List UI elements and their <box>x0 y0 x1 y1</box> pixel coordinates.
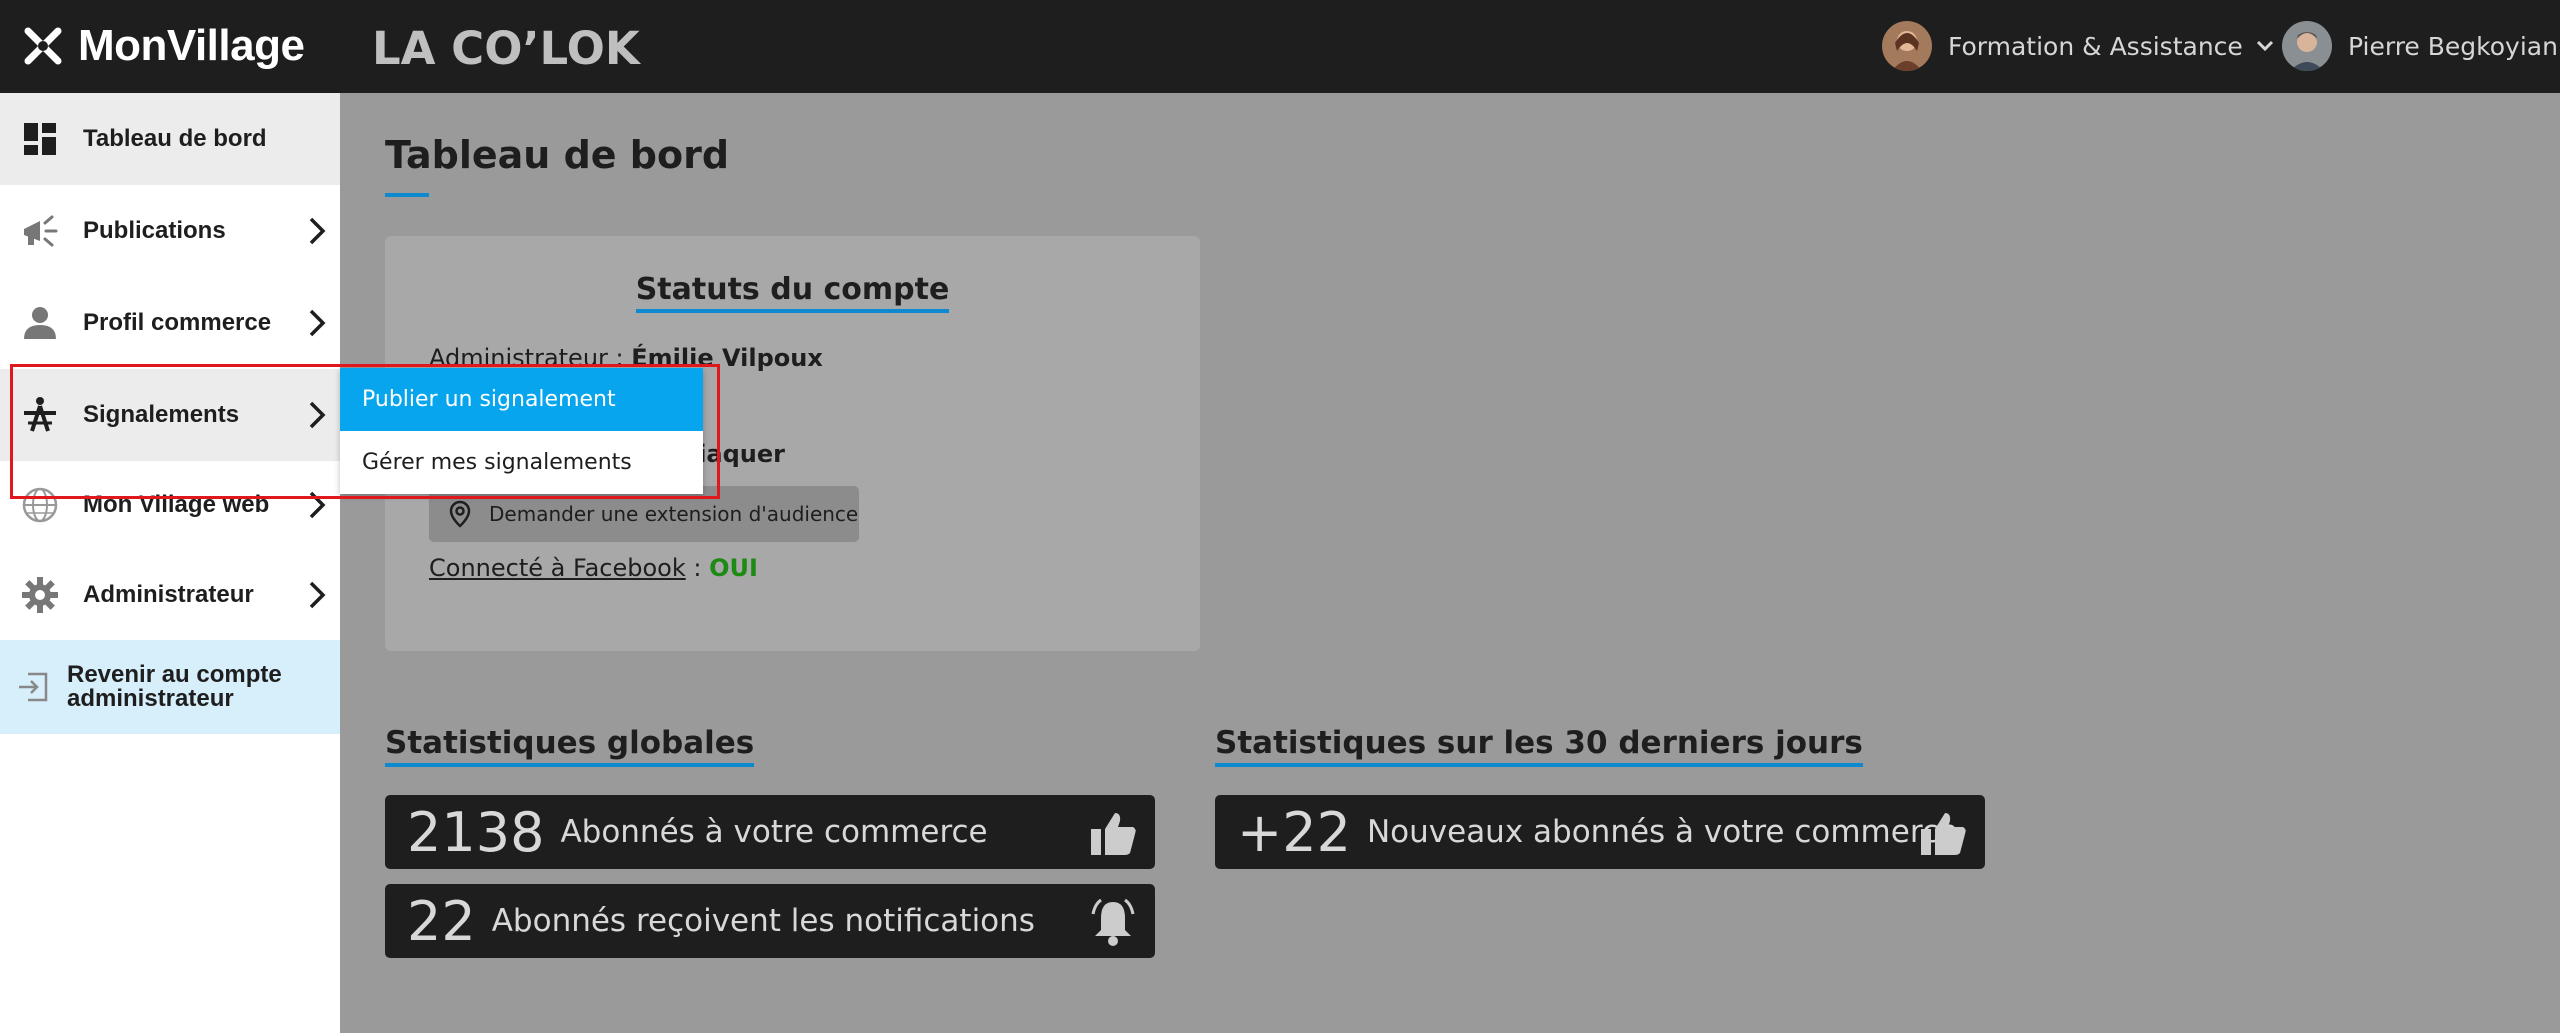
bell-icon <box>1091 898 1135 946</box>
facebook-sep: : <box>685 554 710 582</box>
sidebar-item-profile[interactable]: Profil commerce <box>0 277 340 369</box>
back-to-admin-label: Revenir au compte administrateur <box>67 663 282 711</box>
user-avatar <box>2282 21 2332 71</box>
recent-stats-title: Statistiques sur les 30 derniers jours <box>1215 725 1863 767</box>
top-bar: MonVillage LA CO’LOK Formation & Assista… <box>0 0 2560 93</box>
sidebar-item-publications[interactable]: Publications <box>0 185 340 277</box>
page-title: Tableau de bord <box>385 133 730 177</box>
globe-icon <box>22 487 58 523</box>
signalements-submenu: Publier un signalement Gérer mes signale… <box>340 368 703 494</box>
global-stats-title-text: Statistiques globales <box>385 725 755 767</box>
dashboard-icon <box>24 123 56 155</box>
sidebar-item-label: Profil commerce <box>83 309 272 336</box>
card-title-text: Statuts du compte <box>635 272 950 313</box>
support-menu[interactable]: Formation & Assistance <box>1882 20 2275 72</box>
location-pin-icon <box>449 500 471 528</box>
sidebar-item-label: Signalements <box>83 401 240 428</box>
sign-in-icon <box>19 672 48 702</box>
global-stats-title: Statistiques globales <box>385 725 755 767</box>
chevron-right-icon <box>309 309 326 337</box>
facebook-value: OUI <box>709 554 758 582</box>
sidebar-item-signalements[interactable]: Signalements <box>0 369 340 461</box>
stat-new-subscribers: +22 Nouveaux abonnés à votre commerce <box>1215 795 1985 869</box>
brand-name: MonVillage <box>78 21 305 70</box>
chevron-right-icon <box>309 491 326 519</box>
stat-value: 22 <box>407 889 476 953</box>
chevron-right-icon <box>309 581 326 609</box>
chevron-down-icon <box>2256 40 2273 52</box>
logo[interactable]: MonVillage <box>20 20 305 72</box>
facebook-link[interactable]: Connecté à Facebook <box>429 554 686 582</box>
stat-value: 2138 <box>407 800 545 864</box>
chevron-right-icon <box>309 401 326 429</box>
stat-label: Nouveaux abonnés à votre commerce <box>1366 814 1959 850</box>
logo-icon <box>24 27 62 65</box>
submenu-manage-reports[interactable]: Gérer mes signalements <box>340 431 703 494</box>
submenu-publish-report[interactable]: Publier un signalement <box>340 368 703 431</box>
thumbs-up-icon <box>1091 813 1136 855</box>
shop-name: LA CO’LOK <box>372 22 640 75</box>
sidebar-item-label: Publications <box>83 217 226 244</box>
facebook-status: Connecté à Facebook : OUI <box>429 554 758 582</box>
sidebar-item-dashboard[interactable]: Tableau de bord <box>0 93 340 185</box>
sidebar-item-label: Tableau de bord <box>83 125 267 152</box>
chevron-right-icon <box>309 217 326 245</box>
user-name: Pierre Begkoyian <box>2348 31 2558 61</box>
stat-label: Abonnés à votre commerce <box>560 814 988 850</box>
recent-stats-title-text: Statistiques sur les 30 derniers jours <box>1215 725 1863 767</box>
person-icon <box>24 307 56 339</box>
sidebar-item-label: Administrateur <box>83 581 254 608</box>
main-content: Tableau de bord Statuts du compte Admini… <box>340 93 2560 1033</box>
sidebar-item-admin[interactable]: Administrateur <box>0 549 340 641</box>
stat-value: +22 <box>1237 800 1351 864</box>
sidebar-item-village-web[interactable]: Mon Village web <box>0 459 340 551</box>
title-underline <box>385 193 429 197</box>
audience-button-label: Demander une extension d'audience <box>489 502 859 526</box>
card-title: Statuts du compte <box>385 272 1200 313</box>
support-avatar <box>1882 21 1932 71</box>
stat-subscribers: 2138 Abonnés à votre commerce <box>385 795 1155 869</box>
sidebar: Tableau de bord Publications Profil comm… <box>0 93 340 1033</box>
thumbs-up-icon <box>1921 813 1966 855</box>
stat-label: Abonnés reçoivent les notifications <box>491 903 1035 939</box>
back-label-line2: administrateur <box>67 685 234 712</box>
user-menu[interactable]: Pierre Begkoyian <box>2282 20 2558 72</box>
gear-icon <box>22 577 58 613</box>
support-menu-label: Formation & Assistance <box>1948 31 2243 61</box>
audience-extension-button[interactable]: Demander une extension d'audience <box>429 486 859 542</box>
back-label-line1: Revenir au compte <box>67 661 282 688</box>
back-to-admin-button[interactable]: Revenir au compte administrateur <box>0 640 340 734</box>
stat-notifications: 22 Abonnés reçoivent les notifications <box>385 884 1155 958</box>
roadwork-icon <box>24 397 56 432</box>
megaphone-icon <box>24 215 58 247</box>
sidebar-item-label: Mon Village web <box>83 491 270 518</box>
